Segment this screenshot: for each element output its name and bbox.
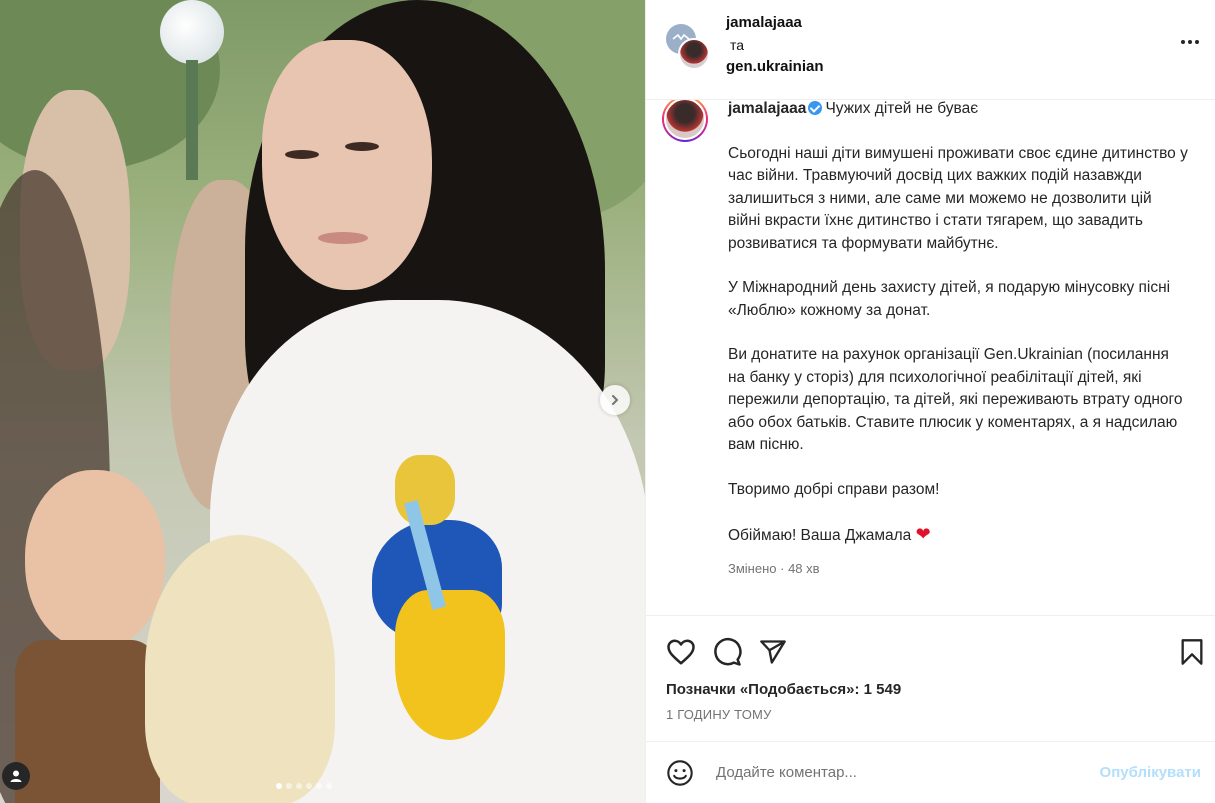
caption-first-line: jamalajaaa Чужих дітей не буває xyxy=(728,100,1188,121)
embroidered-heart-yellow xyxy=(395,590,505,740)
caption-paragraph: Творимо добрі справи разом! xyxy=(728,480,940,498)
caption-sign-off: Обіймаю! Ваша Джамала xyxy=(728,527,912,544)
background-lamp xyxy=(160,0,224,64)
verified-icon xyxy=(808,101,823,115)
eye xyxy=(285,150,319,159)
action-bar xyxy=(646,615,1215,675)
collab-avatars[interactable] xyxy=(666,24,714,80)
post-timestamp[interactable]: 1 ГОДИНУ ТОМУ xyxy=(646,703,1215,741)
share-icon[interactable] xyxy=(758,638,788,666)
chevron-right-icon xyxy=(612,395,619,405)
caption-paragraph: У Міжнародний день захисту дітей, я пода… xyxy=(728,279,1171,319)
avatar-jamalajaaa[interactable] xyxy=(678,38,710,70)
carousel-dot xyxy=(296,783,302,789)
emoji-icon[interactable] xyxy=(666,759,694,787)
caption-area: jamalajaaa Чужих дітей не буває Сьогодні … xyxy=(646,100,1215,615)
carousel-dot xyxy=(316,783,322,789)
caption-username[interactable]: jamalajaaa xyxy=(728,100,806,117)
carousel-dot xyxy=(306,783,312,789)
leopard-dress xyxy=(15,640,160,803)
carousel-next-button[interactable] xyxy=(600,385,630,415)
post-comment-button[interactable]: Опублікувати xyxy=(1100,764,1201,781)
likes-count[interactable]: Позначки «Подобається»: 1 549 xyxy=(646,675,1215,703)
post-header: jamalajaaa та gen.ukrainian xyxy=(646,0,1215,100)
background-lamp-pole xyxy=(186,60,198,180)
carousel-dot xyxy=(286,783,292,789)
bookmark-icon[interactable] xyxy=(1179,638,1205,666)
edited-time: 48 хв xyxy=(788,560,820,576)
blonde-child xyxy=(145,535,335,803)
mouth xyxy=(318,232,368,244)
ribbon-bow xyxy=(395,455,455,525)
collab-joiner: та xyxy=(730,37,745,53)
edited-meta: Змінено · 48 хв xyxy=(728,560,820,576)
post-details-panel: jamalajaaa та gen.ukrainian jamalajaaa Чу… xyxy=(645,0,1215,803)
more-options-icon[interactable] xyxy=(1181,40,1199,44)
comment-bar: Додайте коментар... Опублікувати xyxy=(646,741,1215,803)
tagged-users-button[interactable] xyxy=(2,762,30,790)
caption-title: Чужих дітей не буває xyxy=(825,100,979,117)
caption-avatar[interactable] xyxy=(662,100,708,142)
comment-input[interactable]: Додайте коментар... xyxy=(716,764,1100,781)
collab-username-secondary[interactable]: gen.ukrainian xyxy=(726,56,824,78)
comment-icon[interactable] xyxy=(712,637,742,667)
collab-username-primary[interactable]: jamalajaaa xyxy=(726,12,824,34)
woman-face xyxy=(262,40,432,290)
caption-paragraph-last: Обіймаю! Ваша Джамала ❤ xyxy=(728,523,1188,548)
caption-paragraph: Сьогодні наші діти вимушені проживати св… xyxy=(728,144,1188,252)
carousel-dots xyxy=(276,783,332,789)
post-image[interactable] xyxy=(0,0,645,803)
foreground-child xyxy=(25,470,165,650)
heart-icon[interactable] xyxy=(666,638,696,666)
carousel-dot xyxy=(326,783,332,789)
caption-paragraph: Ви донатите на рахунок організації Gen.U… xyxy=(728,346,1183,453)
carousel-dot xyxy=(276,783,282,789)
user-tag-icon xyxy=(10,770,22,782)
eye xyxy=(345,142,379,151)
edited-label: Змінено xyxy=(728,560,777,576)
red-heart-icon: ❤ xyxy=(915,524,931,544)
